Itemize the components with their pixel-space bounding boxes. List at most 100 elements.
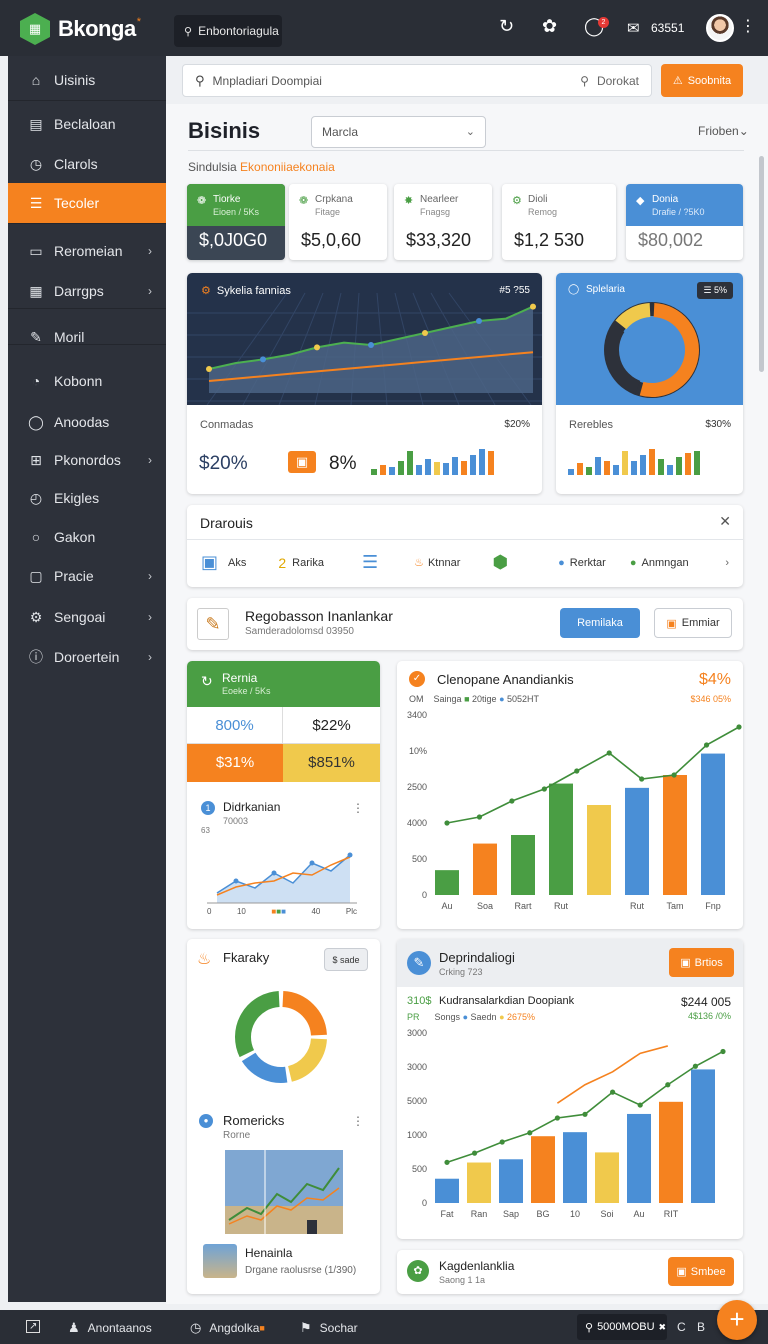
- legend-b: Saedn: [470, 1012, 497, 1022]
- bottom-item-sochar[interactable]: ⚑ Sochar: [300, 1320, 358, 1336]
- bar: [663, 775, 687, 895]
- sidebar-item-1[interactable]: ⌂ Uisinis: [8, 60, 166, 100]
- data-point: [671, 772, 677, 778]
- user-icon: ♟: [68, 1320, 80, 1335]
- mini-bar: [568, 469, 574, 475]
- mini-bar: [613, 465, 619, 475]
- bar: [435, 1178, 459, 1203]
- sidebar-item-9[interactable]: ◯ Anoodas: [8, 402, 166, 442]
- overview-foot-pct: $20%: [504, 419, 530, 430]
- kpi-card[interactable]: ✸ Nearleer Fnagsg $33,320: [394, 184, 492, 260]
- location-selector[interactable]: ⚲ Enbontoriagula: [174, 15, 282, 47]
- sidebar-item-6[interactable]: ▦ Darrgps ›: [8, 271, 166, 311]
- kagden-button[interactable]: ▣ Smbee: [668, 1257, 734, 1286]
- more-vertical-icon[interactable]: ⋮: [352, 1114, 364, 1128]
- sidebar-item-14[interactable]: ⚙ Sengoai ›: [8, 597, 166, 637]
- bar: [473, 843, 497, 895]
- regobasson-primary-button[interactable]: Remilaka: [560, 608, 640, 638]
- sidebar-divider: [8, 100, 166, 101]
- feather-icon[interactable]: ✿: [542, 16, 557, 37]
- category-select[interactable]: Marcla ⌄: [311, 116, 486, 148]
- bottom-item-users[interactable]: ♟ Anontaanos: [68, 1320, 152, 1336]
- hexagon-icon[interactable]: ⬢: [492, 552, 508, 573]
- legend-a: Sainga: [433, 694, 462, 704]
- sidebar-item-3[interactable]: ◷ Clarols: [8, 144, 166, 184]
- dep-sub: Crking 723: [439, 967, 483, 977]
- sidebar-item-label: Doroertein: [54, 649, 120, 665]
- drarouis-tab-7[interactable]: Anmngan: [641, 557, 688, 569]
- notification-badge: 2: [598, 17, 609, 28]
- gear-icon: ⚙: [29, 608, 43, 625]
- mini-bar: [479, 449, 485, 475]
- pie-slice: [282, 991, 327, 1036]
- data-point: [476, 814, 483, 820]
- kagden-button-label: Smbee: [690, 1265, 726, 1278]
- bottom-item-angdolka[interactable]: ◷ Angdolka ■: [190, 1320, 265, 1336]
- filter-dropdown[interactable]: Frioben⌄: [698, 124, 749, 138]
- kpi-card[interactable]: ❁ Tiorke Eioen / 5Ks $,0J0G0: [187, 184, 285, 260]
- bottom-home[interactable]: ↗: [26, 1320, 48, 1333]
- folder-icon: ▭: [29, 242, 43, 259]
- drarouis-tab-2[interactable]: Rarika: [292, 557, 324, 569]
- sidebar-item-13[interactable]: ▢ Pracie ›: [8, 556, 166, 596]
- refresh-icon[interactable]: ↻: [499, 16, 514, 37]
- romericks-image[interactable]: [225, 1150, 343, 1234]
- dep-button[interactable]: ▣ Brtios: [669, 948, 734, 977]
- pen-icon: ✎: [407, 951, 431, 975]
- box-icon[interactable]: ▣: [201, 552, 218, 573]
- sidebar-item-8[interactable]: ◔ Kobonn: [8, 361, 166, 401]
- kpi-card[interactable]: ❁ Crpkana Fitage $5,0,60: [289, 184, 387, 260]
- sidebar-item-2[interactable]: ▤ Beclaloan: [8, 104, 166, 144]
- sidebar-item-7[interactable]: ✎ Moril: [8, 317, 166, 357]
- bar: [563, 1132, 587, 1203]
- sidebar-item-4[interactable]: ☰ Tecoler: [8, 183, 166, 223]
- drarouis-tab-6[interactable]: Rerktar: [570, 557, 606, 569]
- data-point: [472, 1150, 478, 1156]
- regobasson-primary-label: Remilaka: [577, 617, 623, 629]
- henainla-thumbnail[interactable]: [203, 1244, 237, 1278]
- data-point: [509, 798, 515, 804]
- brand[interactable]: ▦ Bkonga *: [20, 13, 141, 45]
- dep-chart: 30003000500010005000Fat Ran Sap BG 10 Soi Au RI…: [407, 1028, 726, 1219]
- bottom-bar: ↗ ♟ Anontaanos ◷ Angdolka ■ ⚑ Sochar ⚲ 5000MO…: [0, 1310, 768, 1344]
- bottom-search[interactable]: ⚲ 5000MOBU ✖: [577, 1314, 667, 1340]
- tab-numeral: 2: [278, 554, 287, 571]
- mini-bar: [371, 469, 377, 475]
- chevron-right-icon[interactable]: ›: [725, 557, 729, 569]
- y-tick-label: 3000: [407, 1028, 427, 1038]
- kpi-label: Donia: [652, 194, 679, 205]
- mini-bar: [622, 451, 628, 475]
- bottom-item-b[interactable]: B: [697, 1320, 705, 1334]
- stack-icon[interactable]: ☰: [362, 552, 378, 573]
- drarouis-tab-1[interactable]: Aks: [228, 557, 246, 569]
- sidebar-item-label: Uisinis: [54, 72, 96, 88]
- close-icon[interactable]: ✕: [719, 513, 731, 530]
- bottom-item-c[interactable]: C: [677, 1320, 686, 1334]
- add-button[interactable]: +: [717, 1300, 757, 1340]
- sidebar-item-5[interactable]: ▭ Reromeian ›: [8, 231, 166, 271]
- bar: [587, 805, 611, 895]
- search-button[interactable]: ⚠ Soobnita: [661, 64, 743, 97]
- kpi-card[interactable]: ⚙ Dioli Remog $1,2 530: [502, 184, 616, 260]
- mail-icon[interactable]: ✉: [627, 19, 640, 37]
- x-tick-label: Rut: [630, 901, 645, 911]
- close-icon[interactable]: ✖: [659, 1322, 667, 1333]
- regobasson-secondary-button[interactable]: ▣ Emmiar: [654, 608, 732, 638]
- fkaraky-button[interactable]: $ sade: [324, 948, 368, 971]
- shield-icon: ◆: [636, 195, 645, 207]
- sidebar-item-label: Pracie: [54, 568, 94, 584]
- kpi-card[interactable]: ◆ Donia Drafie / ?5K0 $80,002: [626, 184, 743, 260]
- drarouis-tab-4[interactable]: Ktnnar: [428, 557, 460, 569]
- more-vertical-icon[interactable]: ⋮: [352, 801, 364, 815]
- sidebar-item-10[interactable]: ⊞ Pkonordos ›: [8, 440, 166, 480]
- sidebar-item-11[interactable]: ◴ Ekigles: [8, 478, 166, 518]
- sidebar-item-15[interactable]: ⓘ Doroertein ›: [8, 637, 166, 677]
- donut-badge[interactable]: ☰ 5%: [697, 282, 733, 299]
- regobasson-title: Regobasson Inanlankar: [245, 608, 393, 624]
- avatar[interactable]: [706, 14, 734, 42]
- sidebar-item-12[interactable]: ○ Gakon: [8, 517, 166, 557]
- legend-swatches: ■■■: [271, 907, 286, 916]
- scrollbar[interactable]: [759, 156, 764, 372]
- search-input[interactable]: ⚲ Mnpladiari Doompiai ⚲ Dorokat: [182, 64, 652, 97]
- more-vertical-icon[interactable]: ⋮: [740, 16, 756, 36]
